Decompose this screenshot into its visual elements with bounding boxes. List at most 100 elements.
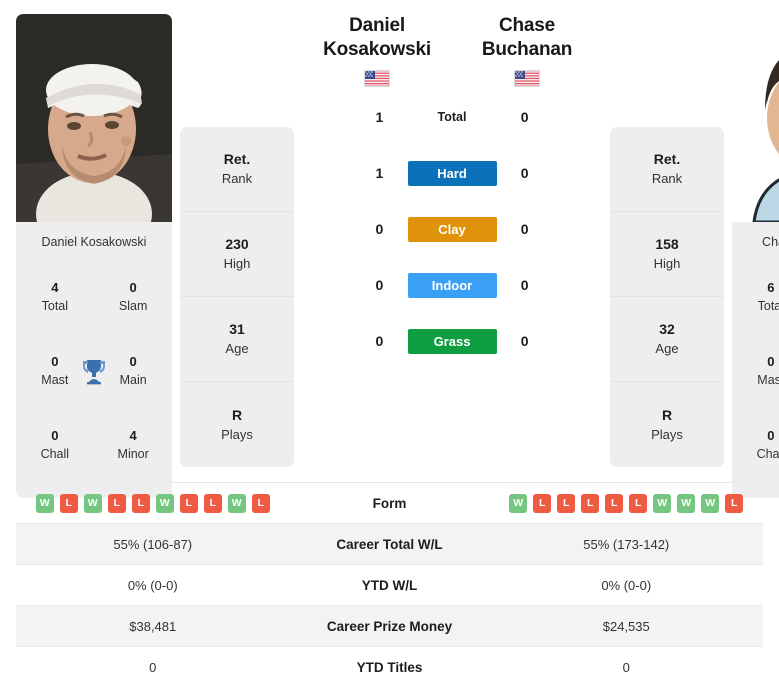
- form-badge-win[interactable]: W: [653, 493, 672, 513]
- stat-label-cell: YTD W/L: [361, 577, 418, 593]
- left-player-card: Daniel Kosakowski 4 Total 0 Slam 0 Mast …: [16, 14, 172, 498]
- form-badge-loss[interactable]: L: [629, 493, 648, 513]
- us-flag-icon: [302, 70, 452, 88]
- left-rank-column: Ret. Rank 230 High 31 Age R Plays: [180, 14, 294, 467]
- h2h-left-hard: 1: [375, 165, 384, 182]
- form-badge-win[interactable]: W: [677, 493, 696, 513]
- h2h-left-clay: 0: [375, 221, 384, 238]
- player-comparison-page: Daniel Kosakowski 4 Total 0 Slam 0 Mast …: [0, 0, 779, 699]
- left-player-panel: Daniel Kosakowski 4 Total 0 Slam 0 Mast …: [16, 14, 172, 498]
- right-plays-cell: R Plays: [651, 406, 683, 442]
- left-value-cell: 0: [149, 659, 157, 675]
- right-value-cell: WLLLLLWWWL: [490, 493, 764, 513]
- form-badge-loss[interactable]: L: [203, 493, 222, 513]
- us-flag-icon: [452, 70, 602, 88]
- left-age-cell: 31 Age: [180, 297, 294, 382]
- right-high-cell: 158 High: [610, 212, 724, 297]
- left-titles-mast: 0 Mast: [41, 354, 69, 388]
- surface-chip-grass[interactable]: Grass: [407, 328, 497, 354]
- left-plays-cell: R Plays: [221, 406, 253, 442]
- table-row: 0 YTD Titles 0: [16, 646, 763, 687]
- form-badge-win[interactable]: W: [155, 493, 174, 513]
- h2h-right-total: 0: [520, 109, 529, 126]
- h2h-right-grass: 0: [520, 333, 529, 350]
- form-badge-win[interactable]: W: [509, 493, 528, 513]
- form-badge-loss[interactable]: L: [59, 493, 78, 513]
- form-badge-loss[interactable]: L: [533, 493, 552, 513]
- left-player-name-label: Daniel Kosakowski: [16, 222, 172, 260]
- right-value-cell: 0: [622, 659, 630, 675]
- form-badge-loss[interactable]: L: [605, 493, 624, 513]
- surface-row-total: 1 Total 0: [302, 89, 602, 145]
- right-rank-card: Ret. Rank 158 High 32 Age R Plays: [610, 127, 724, 467]
- left-titles-minor: 4 Minor: [117, 428, 149, 462]
- right-value-cell: 0% (0-0): [601, 577, 652, 593]
- left-form-badges: WLWLLWLLWL: [16, 493, 290, 513]
- form-badge-loss[interactable]: L: [557, 493, 576, 513]
- right-player-name-label: Chase Buchanan: [732, 222, 779, 260]
- right-form-badges: WLLLLLWWWL: [490, 493, 764, 513]
- h2h-right-clay: 0: [520, 221, 529, 238]
- form-badge-loss[interactable]: L: [131, 493, 150, 513]
- right-rank-column: Ret. Rank 158 High 32 Age R Plays: [610, 14, 724, 467]
- left-rank-cell: Ret. Rank: [180, 127, 294, 212]
- surface-chip-indoor[interactable]: Indoor: [407, 272, 497, 298]
- stat-label-cell: YTD Titles: [356, 659, 423, 675]
- left-value-cell: 0% (0-0): [127, 577, 178, 593]
- stat-label-cell: Form: [372, 495, 407, 511]
- left-titles-row-2: 0 Mast 0 Main: [16, 334, 172, 408]
- form-badge-loss[interactable]: L: [107, 493, 126, 513]
- form-badge-win[interactable]: W: [35, 493, 54, 513]
- right-value-cell: $24,535: [602, 618, 650, 634]
- h2h-left-total: 1: [375, 109, 384, 126]
- left-titles-total: 4 Total: [41, 280, 69, 314]
- right-titles-row-1: 6 Total 0 Slam: [732, 260, 779, 334]
- left-player-heading[interactable]: Daniel Kosakowski: [302, 14, 452, 88]
- right-titles-row-2: 0 Mast: [732, 334, 779, 408]
- left-titles-slam: 0 Slam: [118, 280, 148, 314]
- trophy-icon: [80, 357, 109, 385]
- form-badge-loss[interactable]: L: [251, 493, 270, 513]
- left-titles-chall: 0 Chall: [40, 428, 70, 462]
- head-to-head-column: Daniel Kosakowski Chase Buchanan 1 Total…: [302, 14, 602, 369]
- right-player-panel: Chase Buchanan 6 Total 0 Slam: [732, 14, 779, 498]
- left-titles-main: 0 Main: [119, 354, 147, 388]
- form-badge-loss[interactable]: L: [581, 493, 600, 513]
- form-badge-win[interactable]: W: [83, 493, 102, 513]
- left-rank-card: Ret. Rank 230 High 31 Age R Plays: [180, 127, 294, 467]
- right-player-heading[interactable]: Chase Buchanan: [452, 14, 602, 88]
- right-titles-mast: 0 Mast: [757, 354, 779, 388]
- stat-label-cell: Career Prize Money: [326, 618, 453, 634]
- left-player-photo[interactable]: [16, 14, 172, 222]
- form-badge-win[interactable]: W: [701, 493, 720, 513]
- h2h-left-indoor: 0: [375, 277, 384, 294]
- form-badge-win[interactable]: W: [227, 493, 246, 513]
- left-value-cell: $38,481: [129, 618, 177, 634]
- right-value-cell: 55% (173-142): [583, 536, 670, 552]
- left-value-cell: 55% (106-87): [113, 536, 193, 552]
- player-names-row: Daniel Kosakowski Chase Buchanan: [302, 14, 602, 88]
- left-high-cell: 230 High: [180, 212, 294, 297]
- stat-label-cell: Career Total W/L: [336, 536, 443, 552]
- h2h-left-grass: 0: [375, 333, 384, 350]
- surface-chip-hard[interactable]: Hard: [407, 160, 497, 186]
- table-row: $38,481 Career Prize Money $24,535: [16, 605, 763, 646]
- surface-breakdown-list: 1 Total 0 1 Hard 0 0 Clay 0 0 Indoor 0 0 Grass 0: [302, 89, 602, 369]
- right-player-photo[interactable]: [732, 14, 779, 222]
- right-titles-chall: 0 Chall: [756, 428, 779, 462]
- left-titles-row-3: 0 Chall 4 Minor: [16, 408, 172, 482]
- form-badge-loss[interactable]: L: [725, 493, 744, 513]
- table-row: 55% (106-87) Career Total W/L 55% (173-142…: [16, 523, 763, 564]
- table-row: W L W L L W L L W L Form W L L L L L W W W L: [16, 482, 763, 523]
- form-badge-loss[interactable]: L: [179, 493, 198, 513]
- surface-chip-total: Total: [437, 110, 467, 125]
- right-player-card: Chase Buchanan 6 Total 0 Slam: [732, 14, 779, 498]
- comparison-header: Daniel Kosakowski 4 Total 0 Slam 0 Mast …: [0, 0, 779, 498]
- table-row: 0% (0-0) YTD W/L 0% (0-0): [16, 564, 763, 605]
- left-titles-grid: 4 Total 0 Slam 0 Mast 0 Main 0 Chall 4 M…: [16, 260, 172, 498]
- h2h-right-hard: 0: [520, 165, 529, 182]
- surface-row-clay: 0 Clay 0: [302, 201, 602, 257]
- right-rank-cell: Ret. Rank: [610, 127, 724, 212]
- surface-row-indoor: 0 Indoor 0: [302, 257, 602, 313]
- surface-chip-clay[interactable]: Clay: [407, 216, 497, 242]
